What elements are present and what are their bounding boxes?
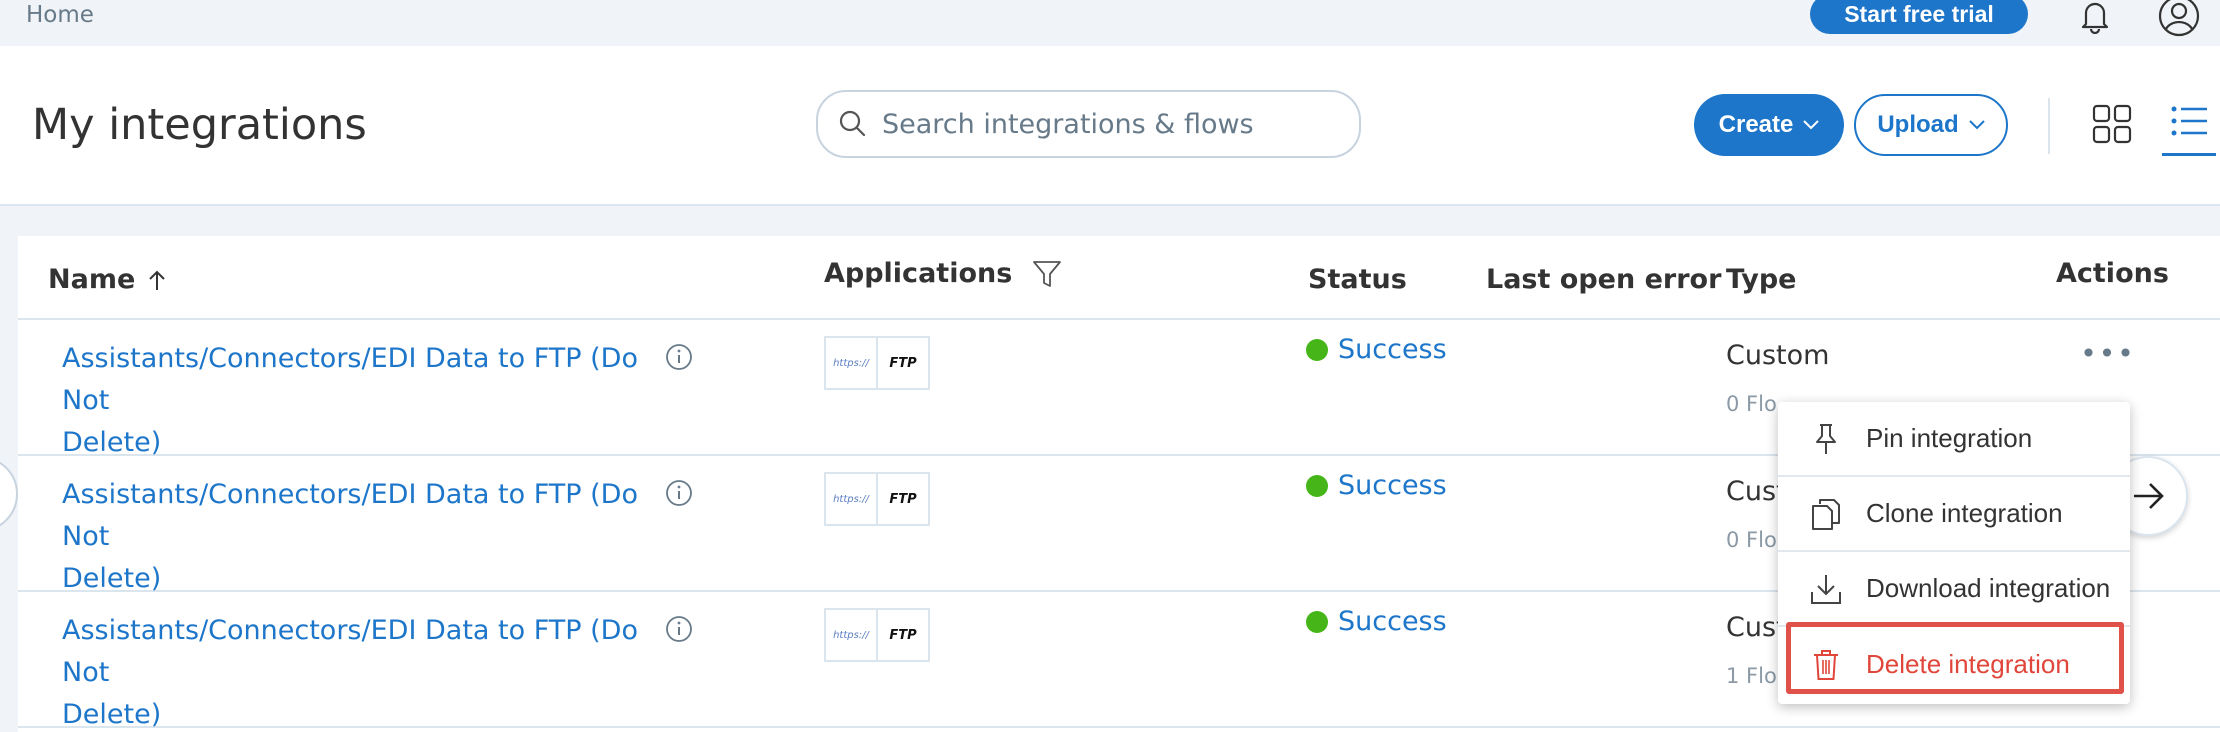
filter-icon[interactable] xyxy=(1032,259,1062,289)
status-indicator[interactable]: Success xyxy=(1306,606,1447,637)
pin-icon xyxy=(1806,419,1846,459)
integration-name-line: Delete) xyxy=(62,699,162,730)
https-app-logo: https:// xyxy=(824,472,878,526)
more-actions-icon[interactable]: ••• xyxy=(2080,337,2134,370)
column-type-header: Type xyxy=(1726,264,1796,295)
trash-icon xyxy=(1806,645,1846,685)
breadcrumb-home[interactable]: Home xyxy=(26,2,94,28)
upload-label: Upload xyxy=(1877,111,1959,138)
integration-type: Custom xyxy=(1726,340,1830,371)
integration-name-link[interactable]: Assistants/Connectors/EDI Data to FTP (D… xyxy=(62,610,662,732)
column-applications-header: Applications xyxy=(824,258,1062,289)
bell-icon[interactable] xyxy=(2078,0,2112,35)
status-label: Success xyxy=(1338,334,1447,365)
info-icon[interactable] xyxy=(664,478,694,508)
https-app-logo: https:// xyxy=(824,608,878,662)
integration-name-link[interactable]: Assistants/Connectors/EDI Data to FTP (D… xyxy=(62,338,662,464)
integration-name-line: Assistants/Connectors/EDI Data to FTP (D… xyxy=(62,343,638,416)
arrow-right-icon xyxy=(2134,483,2164,509)
status-label: Success xyxy=(1338,470,1447,501)
upload-button[interactable]: Upload xyxy=(1854,94,2008,156)
column-last-open-error-label: Last open error xyxy=(1486,264,1722,295)
flow-count: 1 Flo xyxy=(1726,664,1777,688)
scroll-left-button[interactable] xyxy=(0,456,18,532)
menu-item-clone-integration[interactable]: Clone integration xyxy=(1778,477,2130,552)
start-free-trial-button[interactable]: Start free trial xyxy=(1810,0,2028,34)
toolbar-divider xyxy=(2048,98,2050,154)
application-logos: https:// FTP xyxy=(824,472,930,526)
menu-item-label: Pin integration xyxy=(1866,423,2033,453)
search-input[interactable] xyxy=(882,108,1342,140)
search-icon xyxy=(839,110,866,137)
clone-icon xyxy=(1806,494,1846,534)
https-app-logo: https:// xyxy=(824,336,878,390)
column-actions-header: Actions xyxy=(2056,258,2169,289)
integration-actions-menu: Pin integration Clone integration Downlo… xyxy=(1778,402,2130,704)
menu-item-delete-integration[interactable]: Delete integration xyxy=(1778,627,2130,702)
column-applications-label: Applications xyxy=(824,258,1013,289)
column-type-label: Type xyxy=(1726,264,1797,295)
ftp-app-logo: FTP xyxy=(876,336,930,390)
account-icon[interactable] xyxy=(2157,0,2201,38)
page-title: My integrations xyxy=(32,100,367,150)
menu-item-label: Delete integration xyxy=(1866,649,2070,679)
create-label: Create xyxy=(1718,111,1794,138)
chevron-down-icon xyxy=(1968,120,1985,130)
application-logos: https:// FTP xyxy=(824,608,930,662)
success-dot-icon xyxy=(1306,474,1328,497)
info-icon[interactable] xyxy=(664,342,694,372)
ftp-app-logo: FTP xyxy=(876,472,930,526)
column-actions-label: Actions xyxy=(2056,258,2169,289)
search-box[interactable] xyxy=(816,90,1361,158)
column-name-label: Name xyxy=(48,264,136,295)
top-bar: Home Start free trial xyxy=(0,0,2220,46)
status-indicator[interactable]: Success xyxy=(1306,470,1447,501)
column-status-header: Status xyxy=(1308,264,1407,295)
chevron-down-icon xyxy=(1803,120,1820,130)
application-logos: https:// FTP xyxy=(824,336,930,390)
ftp-app-logo: FTP xyxy=(876,608,930,662)
list-view-icon[interactable] xyxy=(2162,102,2216,156)
column-last-open-error-header: Last open error xyxy=(1486,264,1721,295)
menu-item-download-integration[interactable]: Download integration xyxy=(1778,552,2130,627)
integration-name-line: Assistants/Connectors/EDI Data to FTP (D… xyxy=(62,479,638,552)
tile-view-icon[interactable] xyxy=(2092,104,2132,144)
flow-count: 0 Flo xyxy=(1726,528,1777,552)
success-dot-icon xyxy=(1306,610,1328,633)
column-name-header[interactable]: Name xyxy=(48,264,167,295)
status-indicator[interactable]: Success xyxy=(1306,334,1447,365)
success-dot-icon xyxy=(1306,338,1328,361)
integration-name-link[interactable]: Assistants/Connectors/EDI Data to FTP (D… xyxy=(62,474,662,600)
menu-item-pin-integration[interactable]: Pin integration xyxy=(1778,402,2130,477)
column-status-label: Status xyxy=(1308,264,1407,295)
table-header: Name Applications Status Last open error… xyxy=(18,236,2220,320)
status-label: Success xyxy=(1338,606,1447,637)
download-icon xyxy=(1806,569,1846,609)
menu-item-label: Download integration xyxy=(1866,573,2111,603)
integration-name-line: Assistants/Connectors/EDI Data to FTP (D… xyxy=(62,615,638,688)
menu-item-label: Clone integration xyxy=(1866,498,2063,528)
flow-count: 0 Flo xyxy=(1726,392,1777,416)
info-icon[interactable] xyxy=(664,614,694,644)
page-header: My integrations Create Upload xyxy=(0,46,2220,206)
create-button[interactable]: Create xyxy=(1694,94,1844,156)
sort-ascending-icon xyxy=(149,270,165,290)
